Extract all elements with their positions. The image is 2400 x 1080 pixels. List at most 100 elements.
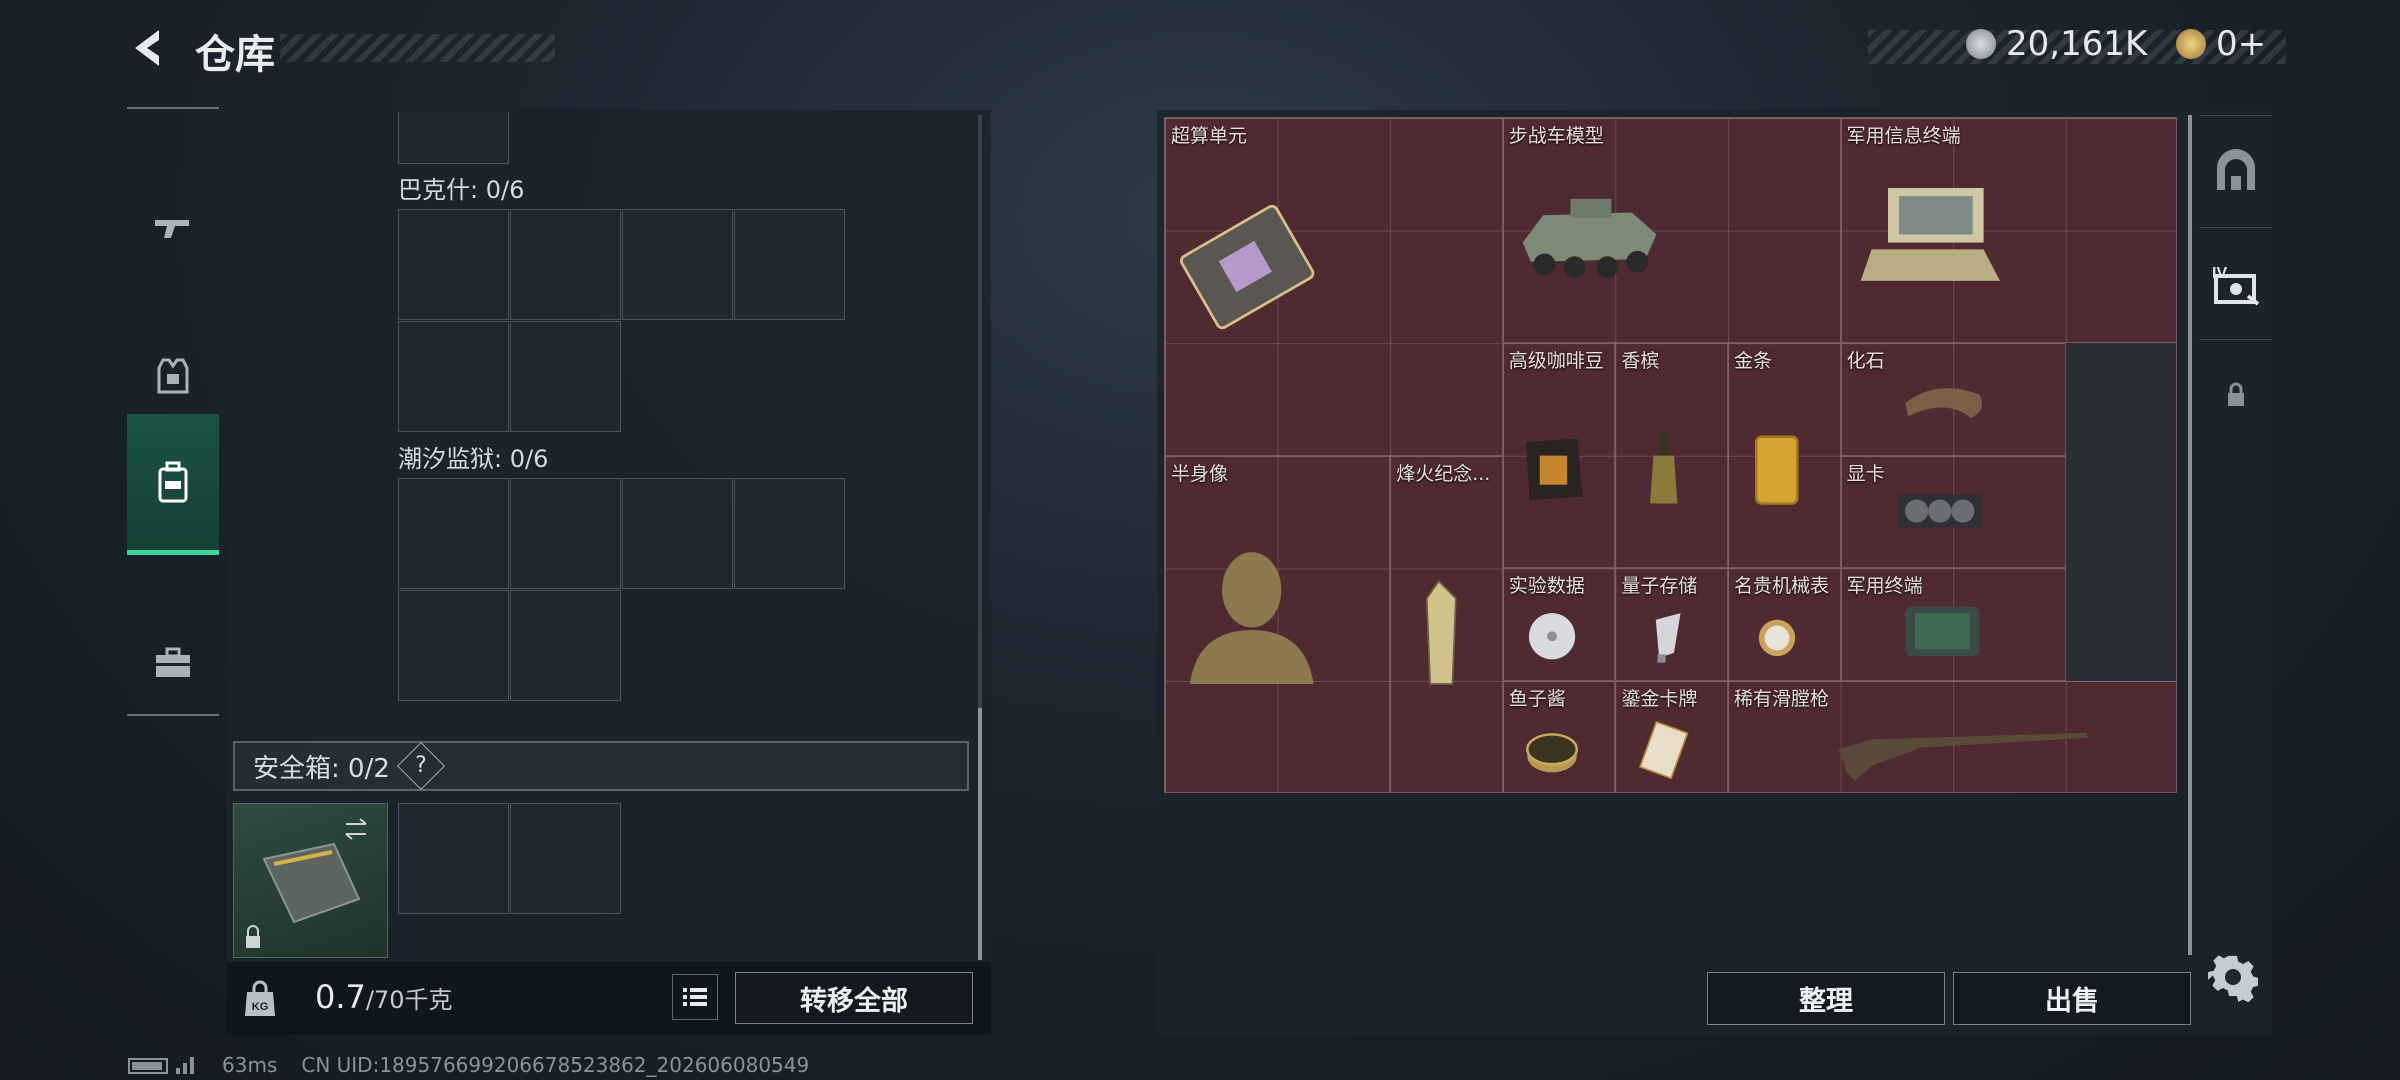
category-nav xyxy=(127,107,219,716)
list-view-button[interactable] xyxy=(672,974,718,1020)
item-label: 金条 xyxy=(1734,350,1773,373)
item-image xyxy=(1189,551,1314,684)
item-image xyxy=(1525,438,1583,501)
item-label: 军用终端 xyxy=(1846,575,1923,598)
item-label: 名贵机械表 xyxy=(1734,575,1830,598)
warehouse-item[interactable]: 显卡 xyxy=(1840,455,2066,569)
help-icon[interactable]: ? xyxy=(396,741,445,791)
warehouse-item[interactable]: 军用终端 xyxy=(1840,568,2066,681)
item-image xyxy=(1898,494,1981,528)
item-image xyxy=(1528,613,1575,660)
slot[interactable] xyxy=(398,590,509,701)
backpack-icon xyxy=(158,461,188,503)
item-image xyxy=(1522,198,1657,279)
warehouse-item[interactable]: 金条 xyxy=(1728,343,1841,569)
tab-storage-iv[interactable]: IV xyxy=(2199,227,2272,338)
warehouse-item[interactable]: 超算单元 xyxy=(1165,118,1503,456)
right-scrollbar[interactable] xyxy=(2188,115,2192,955)
token-amount: 0+ xyxy=(2216,24,2267,64)
item-label: 超算单元 xyxy=(1171,125,1248,147)
item-image xyxy=(1904,388,1982,419)
slot[interactable] xyxy=(510,209,621,320)
item-image xyxy=(1180,204,1315,330)
safe-slot[interactable] xyxy=(510,803,621,914)
slot[interactable] xyxy=(510,590,621,701)
lock-icon xyxy=(2227,382,2244,406)
secure-case-icon xyxy=(246,818,367,948)
left-scrollbar-thumb[interactable] xyxy=(978,708,982,960)
slot[interactable] xyxy=(398,112,509,164)
item-image xyxy=(1650,433,1678,504)
item-label: 鎏金卡牌 xyxy=(1621,688,1698,710)
slot[interactable] xyxy=(622,478,733,589)
warehouse-grid: 超算单元 步战车模型 军用信息终端高级咖啡豆 香槟 金条 化石显卡 半身像 烽火纪念... 实验… xyxy=(1164,117,2177,793)
slot[interactable] xyxy=(398,209,509,320)
safe-box-label: 安全箱: 0/2 xyxy=(253,753,390,784)
back-arrow-icon[interactable] xyxy=(125,24,173,72)
user-uid: CN UID:189576699206678523862_20260608054… xyxy=(301,1053,810,1077)
warehouse-item[interactable]: 高级咖啡豆 xyxy=(1502,343,1616,569)
slot[interactable] xyxy=(510,321,621,432)
warehouse-item[interactable]: 鎏金卡牌 xyxy=(1615,681,1728,792)
gear-icon[interactable] xyxy=(2208,952,2258,1002)
svg-text:KG: KG xyxy=(252,1001,269,1013)
weight-readout: 0.7/70千克 xyxy=(315,978,453,1016)
vest-icon xyxy=(157,358,189,394)
weight-icon: KG xyxy=(245,980,275,1016)
title-decoration xyxy=(280,34,555,62)
token-coin-icon xyxy=(2176,29,2206,59)
warehouse-item[interactable]: 半身像 xyxy=(1165,455,1391,792)
warehouse-item[interactable]: 量子存储 xyxy=(1615,568,1728,681)
currency-amount: 20,161K xyxy=(2006,24,2148,64)
slot[interactable] xyxy=(734,209,845,320)
tab-locked[interactable] xyxy=(2199,339,2272,450)
slot[interactable] xyxy=(398,478,509,589)
item-label: 实验数据 xyxy=(1508,575,1585,598)
safe-box-item[interactable] xyxy=(233,803,388,958)
warehouse-item[interactable]: 名贵机械表 xyxy=(1728,568,1841,681)
warehouse-item[interactable]: 化石 xyxy=(1840,343,2066,456)
sort-button[interactable]: 整理 xyxy=(1707,972,1945,1025)
currency-display: 20,161K xyxy=(1966,24,2147,64)
nav-weapons[interactable] xyxy=(127,161,219,297)
chaoxi-label: 潮汐监狱: 0/6 xyxy=(398,445,549,473)
nav-backpack[interactable] xyxy=(127,414,219,555)
item-label: 半身像 xyxy=(1171,462,1229,485)
item-label: 香槟 xyxy=(1621,350,1660,373)
safe-box-bar: 安全箱: 0/2 ? xyxy=(233,741,969,791)
warehouse-item[interactable]: 鱼子酱 xyxy=(1502,681,1616,792)
item-label: 量子存储 xyxy=(1621,575,1698,598)
item-image xyxy=(1426,579,1457,685)
sell-button[interactable]: 出售 xyxy=(1953,972,2191,1025)
item-label: 稀有滑膛枪 xyxy=(1734,688,1830,710)
status-bar: 63ms CN UID:189576699206678523862_202606… xyxy=(128,1053,809,1077)
warehouse-item[interactable]: 步战车模型 xyxy=(1502,118,1841,344)
warehouse-item[interactable]: 军用信息终端 xyxy=(1840,118,2176,344)
transfer-all-button[interactable]: 转移全部 xyxy=(735,972,973,1024)
warehouse-item[interactable]: 烽火纪念... xyxy=(1390,455,1503,792)
item-image xyxy=(1525,733,1578,773)
item-image xyxy=(1758,620,1796,657)
slot[interactable] xyxy=(622,209,733,320)
slot[interactable] xyxy=(734,478,845,589)
nav-toolbox[interactable] xyxy=(127,595,219,731)
empty-column xyxy=(2065,343,2176,681)
item-label: 显卡 xyxy=(1846,462,1885,485)
safe-slot[interactable] xyxy=(398,803,509,914)
warehouse-item[interactable]: 香槟 xyxy=(1615,343,1728,569)
warehouse-item[interactable]: 实验数据 xyxy=(1502,568,1616,681)
tab-warehouse[interactable] xyxy=(2199,115,2272,226)
gun-icon xyxy=(155,220,189,238)
item-image xyxy=(1860,187,2000,281)
toolbox-icon xyxy=(156,647,190,677)
list-icon xyxy=(683,988,707,1006)
slot[interactable] xyxy=(398,321,509,432)
bakshi-label: 巴克什: 0/6 xyxy=(398,176,525,204)
currency-coin-icon xyxy=(1966,29,1996,59)
storage-expand-icon: IV xyxy=(2212,265,2259,306)
warehouse-item[interactable]: 稀有滑膛枪 xyxy=(1728,681,2176,792)
slot[interactable] xyxy=(510,478,621,589)
token-display: 0+ xyxy=(2176,24,2266,64)
item-image xyxy=(1656,613,1681,664)
item-label: 烽火纪念... xyxy=(1396,462,1491,485)
